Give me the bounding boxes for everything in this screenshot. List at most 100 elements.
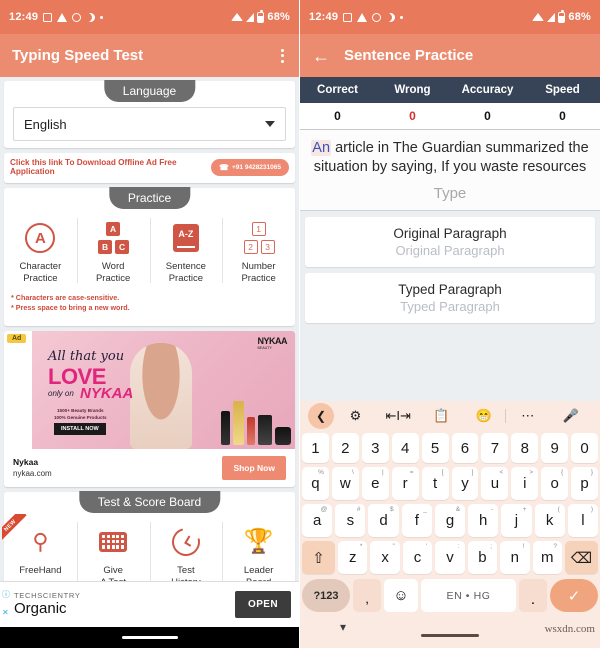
- key-j[interactable]: j +: [501, 504, 532, 537]
- ad-banner-image[interactable]: NYKAA BEAUTY All that you LOVE only on N…: [32, 330, 295, 449]
- key-b[interactable]: b;: [467, 541, 498, 574]
- keyboard-icon: [79, 522, 148, 562]
- back-arrow-icon[interactable]: ←: [312, 47, 330, 65]
- key-k[interactable]: k(: [534, 504, 565, 537]
- score-item-label: FreeHand: [19, 564, 62, 576]
- dual-screenshot: 12:49 68% Typing Speed Test Language Eng…: [0, 0, 600, 648]
- gear-icon[interactable]: ⚙: [334, 408, 377, 424]
- type-input[interactable]: Type: [310, 178, 590, 207]
- keyboard-row-2: a @ s # d $ f _ g & h - j + k(l): [300, 502, 600, 539]
- bottom-ad-open-button[interactable]: OPEN: [235, 591, 291, 618]
- key-0[interactable]: 0: [571, 433, 599, 463]
- key-i[interactable]: i >: [511, 467, 539, 500]
- key-u[interactable]: u <: [481, 467, 509, 500]
- key-v[interactable]: v:: [435, 541, 465, 574]
- key-f[interactable]: f _: [401, 504, 432, 537]
- home-indicator[interactable]: [421, 634, 479, 637]
- key-l-symbol: ): [590, 506, 593, 513]
- signal-icon: [547, 12, 556, 22]
- screenshot-icon: [343, 12, 353, 22]
- key-2[interactable]: 2: [331, 433, 359, 463]
- status-bar-right: 12:49 68%: [300, 0, 600, 34]
- mic-icon[interactable]: 🎤: [549, 408, 592, 424]
- key-y[interactable]: y]: [451, 467, 479, 500]
- clipboard-icon[interactable]: 📋: [420, 408, 463, 424]
- key-l[interactable]: l): [567, 504, 598, 537]
- practice-item-number[interactable]: 1 2 3 Number Practice: [222, 212, 295, 289]
- practice-note-1: * Characters are case-sensitive.: [11, 292, 120, 302]
- backspace-icon[interactable]: ⌫: [565, 541, 598, 574]
- more-icon[interactable]: ⋯: [506, 408, 549, 424]
- comma-key[interactable]: ,: [353, 579, 381, 612]
- period-key[interactable]: .: [519, 579, 547, 612]
- close-icon[interactable]: ✕: [2, 608, 10, 617]
- score-item-label: Leader: [243, 564, 274, 576]
- overflow-menu-icon[interactable]: [278, 45, 287, 67]
- key-6[interactable]: 6: [451, 433, 479, 463]
- key-t[interactable]: t[: [421, 467, 449, 500]
- key-5[interactable]: 5: [421, 433, 449, 463]
- key-o[interactable]: o{: [541, 467, 569, 500]
- shop-now-button[interactable]: Shop Now: [222, 455, 286, 480]
- chevron-down-icon[interactable]: ▾: [340, 620, 346, 634]
- key-w[interactable]: w \: [331, 467, 359, 500]
- key-9[interactable]: 9: [541, 433, 569, 463]
- key-g-symbol: &: [455, 506, 461, 513]
- key-a[interactable]: a @: [302, 504, 333, 537]
- offline-app-link[interactable]: Click this link To Download Offline Ad F…: [10, 158, 211, 176]
- key-x[interactable]: x ": [370, 541, 400, 574]
- stat-header-accuracy: Accuracy: [461, 84, 514, 96]
- dot-icon: [100, 15, 104, 19]
- drive-icon: [57, 12, 68, 22]
- phone-button[interactable]: ☎ +91 9428231065: [211, 158, 289, 176]
- key-3[interactable]: 3: [361, 433, 389, 463]
- practice-item-word[interactable]: A B C Word Practice: [76, 212, 150, 289]
- practice-item-label: Word: [101, 261, 125, 272]
- symbols-key[interactable]: ?123: [302, 579, 350, 612]
- key-z[interactable]: z *: [338, 541, 368, 574]
- key-1[interactable]: 1: [301, 433, 329, 463]
- emoji-icon[interactable]: ☺: [384, 579, 418, 612]
- key-r[interactable]: r =: [391, 467, 419, 500]
- cursor-move-icon[interactable]: ⇤I⇥: [377, 408, 420, 424]
- practice-item-label2: Practice: [95, 272, 131, 284]
- phone-number: +91 9428231065: [232, 163, 281, 171]
- key-c[interactable]: c ': [402, 541, 433, 574]
- space-key[interactable]: EN • HG: [421, 579, 516, 612]
- practice-item-label2: Practice: [23, 272, 58, 284]
- back-chevron-icon[interactable]: ❮: [308, 403, 334, 429]
- key-g[interactable]: g &: [434, 504, 466, 537]
- key-q[interactable]: q%: [301, 467, 329, 500]
- key-e-symbol: |: [381, 469, 384, 476]
- current-word-highlight: An: [311, 140, 332, 156]
- practice-item-sentence[interactable]: A-Z Sentence Practice: [149, 212, 223, 289]
- sticker-icon[interactable]: 😁: [462, 408, 505, 424]
- score-item-label: Give: [103, 564, 123, 576]
- key-8[interactable]: 8: [511, 433, 539, 463]
- bottom-ad-banner[interactable]: ⓘ ✕ TECHSCIENTRY Organic OPEN: [0, 581, 299, 627]
- ad-install-button[interactable]: INSTALL NOW: [54, 422, 106, 435]
- original-paragraph-card[interactable]: Original Paragraph Original Paragraph: [305, 216, 595, 267]
- typed-paragraph-card[interactable]: Typed Paragraph Typed Paragraph: [305, 272, 595, 323]
- key-7[interactable]: 7: [481, 433, 509, 463]
- language-select[interactable]: English: [13, 107, 286, 141]
- home-indicator[interactable]: [121, 636, 178, 639]
- score-board-pill: Test & Score Board: [78, 490, 221, 513]
- key-m[interactable]: m?: [532, 541, 562, 574]
- key-4[interactable]: 4: [391, 433, 419, 463]
- check-icon[interactable]: ✓: [550, 579, 598, 612]
- key-p[interactable]: p}: [571, 467, 599, 500]
- key-e[interactable]: e |: [361, 467, 389, 500]
- key-n[interactable]: n!: [500, 541, 530, 574]
- key-s[interactable]: s #: [335, 504, 366, 537]
- ad-card[interactable]: Ad NYKAA BEAUTY All that you LOVE only o…: [4, 330, 295, 487]
- key-i-symbol: >: [529, 469, 534, 476]
- shift-icon[interactable]: ⇧: [302, 541, 335, 574]
- ad-choices-marks[interactable]: ⓘ ✕: [2, 589, 10, 617]
- score-item-label: Test: [177, 564, 195, 576]
- number-blocks-icon: 1 2 3: [224, 218, 293, 258]
- key-h[interactable]: h-: [468, 504, 499, 537]
- info-icon[interactable]: ⓘ: [2, 589, 10, 600]
- key-d[interactable]: d $: [368, 504, 399, 537]
- practice-item-character[interactable]: A Character Practice: [4, 212, 77, 289]
